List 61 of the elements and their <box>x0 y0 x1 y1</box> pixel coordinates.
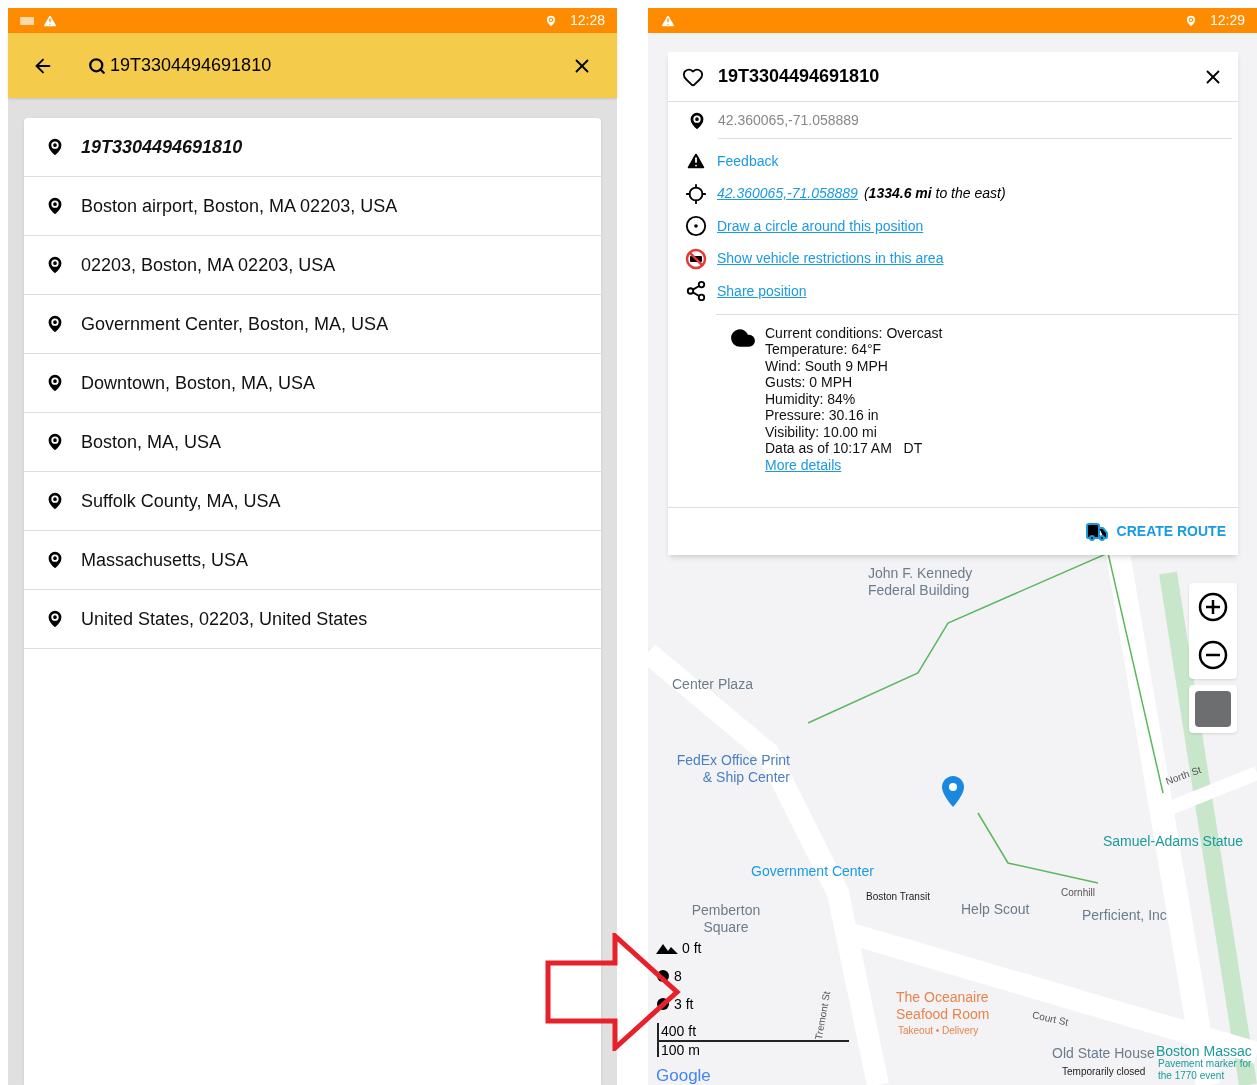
location-icon <box>543 13 558 28</box>
map-label: Center Plaza <box>672 676 753 693</box>
map-label: Boston Massac <box>1156 1042 1252 1059</box>
search-field[interactable]: 19T3304494691810 <box>88 52 571 79</box>
map-label: Pemberton Square <box>690 902 762 936</box>
distance-text: (1334.6 mi to the east) <box>863 184 1006 204</box>
warning-icon <box>42 12 58 29</box>
coordinates-text: 42.360065,-71.058889 <box>718 102 1232 139</box>
clock-text: 12:29 <box>1209 11 1245 30</box>
map-label: FedEx Office Print & Ship Center <box>675 752 790 786</box>
result-item[interactable]: Boston airport, Boston, MA 02203, USA <box>24 177 601 236</box>
location-icon <box>1183 13 1198 28</box>
result-item[interactable]: Downtown, Boston, MA, USA <box>24 354 601 413</box>
scale-text: 100 m <box>660 1042 701 1059</box>
weather-text: Temperature: 64°F <box>765 341 883 358</box>
map-label: Tremont St <box>811 990 834 1041</box>
result-item[interactable]: Massachusetts, USA <box>24 531 601 590</box>
result-item[interactable]: Boston, MA, USA <box>24 413 601 472</box>
result-item[interactable]: Government Center, Boston, MA, USA <box>24 295 601 354</box>
elevation-text: 8 <box>674 966 682 986</box>
weather-text: Visibility: 10.00 mi <box>765 423 878 440</box>
map-logo: Google <box>656 1065 711 1085</box>
place-title: 19T3304494691810 <box>718 65 881 88</box>
map-label: Help Scout <box>961 901 1030 918</box>
elevation-text: 0 ft <box>682 938 702 958</box>
satellite-layer-button[interactable] <box>1189 685 1237 733</box>
weather-text: Data as of 10:17 AM DT <box>765 440 924 457</box>
map-label: Old State House <box>1052 1045 1155 1062</box>
zoom-out-icon <box>1198 640 1228 670</box>
map-label: Pavement marker for the 1770 event <box>1158 1058 1253 1082</box>
result-item[interactable]: 02203, Boston, MA 02203, USA <box>24 236 601 295</box>
clock-text: 12:28 <box>569 11 605 30</box>
result-item[interactable]: United States, 02203, United States <box>24 590 601 649</box>
map-label: Cornhill <box>1061 886 1095 900</box>
weather-text: Pressure: 30.16 in <box>765 407 880 424</box>
weather-text: Gusts: 0 MPH <box>765 374 854 391</box>
map-label: Court St <box>1030 1008 1070 1030</box>
share-icon <box>685 280 707 303</box>
crosshair-icon <box>685 182 707 205</box>
warning-icon <box>660 12 676 29</box>
search-icon <box>88 56 106 75</box>
map-label: North St <box>1163 763 1204 789</box>
map-label: Temporarily closed <box>1062 1065 1146 1079</box>
result-item[interactable]: 19T3304494691810 <box>24 118 601 177</box>
map-label: The Oceanaire Seafood Room <box>896 989 991 1023</box>
zoom-in-icon <box>1198 592 1228 622</box>
map-label: Samuel-Adams Statue <box>1103 832 1244 851</box>
location-pin-icon <box>942 776 964 807</box>
no-vehicle-icon <box>685 247 707 270</box>
weather-text: Humidity: 84% <box>765 390 857 407</box>
circle-pin-icon <box>685 215 707 238</box>
result-item[interactable]: Suffolk County, MA, USA <box>24 472 601 531</box>
map-label: Perficient, Inc <box>1082 907 1167 924</box>
mountain-icon <box>656 942 678 954</box>
map-label: John F. Kennedy Federal Building <box>868 565 974 599</box>
map-label: Boston Transit <box>866 890 930 904</box>
weather-text: Wind: South 9 MPH <box>765 357 889 374</box>
elevation-text: 3 ft <box>674 994 694 1014</box>
weather-text: Current conditions: Overcast <box>765 324 943 341</box>
map-label: Takeout • Delivery <box>898 1024 979 1038</box>
map-label: Government Center <box>751 862 874 881</box>
